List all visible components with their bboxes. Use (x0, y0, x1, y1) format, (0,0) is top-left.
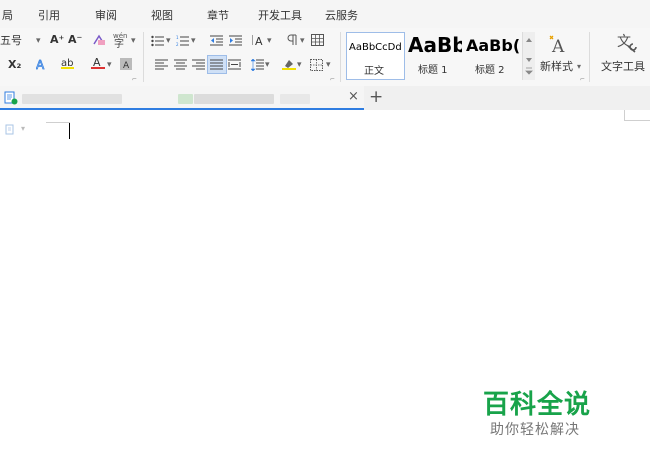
menu-section[interactable]: 章节 (207, 7, 229, 23)
style-heading-1-preview: AaBb (408, 33, 462, 57)
document-tab[interactable]: × (0, 86, 364, 110)
new-style-dropdown-icon[interactable]: ▾ (577, 60, 581, 74)
margin-corner-mark (624, 110, 625, 120)
document-file-icon (4, 91, 18, 105)
subscript-icon[interactable]: X₂ (8, 58, 21, 72)
svg-text:2: 2 (176, 42, 179, 47)
font-color-icon[interactable]: A (91, 57, 105, 69)
page-options-dropdown-icon[interactable]: ▾ (21, 124, 25, 133)
blurred-tab-title (178, 94, 193, 104)
text-tools-button[interactable]: 文字工具 (601, 60, 645, 74)
align-right-icon[interactable] (192, 59, 206, 71)
text-cursor (69, 123, 70, 139)
font-group-launcher[interactable]: ⌐ (132, 76, 137, 83)
margin-corner-mark (46, 122, 70, 123)
pinyin-guide-icon[interactable]: 字 (114, 37, 128, 49)
bullet-list-icon[interactable] (151, 35, 165, 47)
font-color-dropdown-icon[interactable]: ▾ (107, 58, 112, 72)
text-direction-icon[interactable]: A (252, 34, 266, 46)
styles-group-launcher[interactable]: ⌐ (580, 76, 585, 83)
shading-dropdown-icon[interactable]: ▾ (297, 58, 302, 72)
numbered-list-icon[interactable]: 12 (176, 35, 190, 47)
svg-text:A: A (123, 61, 130, 70)
character-shading-icon[interactable]: A (120, 58, 134, 70)
decrease-indent-icon[interactable] (210, 35, 224, 47)
ribbon-divider (589, 32, 590, 82)
paragraph-mark-icon[interactable] (286, 34, 300, 46)
font-size-select[interactable]: 五号 (0, 34, 22, 48)
bullet-dropdown-icon[interactable]: ▾ (166, 34, 171, 48)
style-normal-label: 正文 (364, 66, 384, 77)
watermark-logo-text: 百科全说 (483, 390, 592, 420)
menu-bar: 局 引用 审阅 视图 章节 开发工具 云服务 (0, 0, 650, 28)
styles-gallery-scroll[interactable] (522, 32, 535, 80)
svg-text:字: 字 (114, 37, 124, 49)
new-style-button[interactable]: 新样式 (540, 60, 573, 74)
style-heading-1[interactable]: AaBb 标题 1 (405, 32, 462, 80)
blurred-tab-title (194, 94, 274, 104)
line-spacing-icon[interactable] (251, 59, 265, 71)
shading-icon[interactable] (282, 58, 296, 70)
borders-dropdown-icon[interactable]: ▾ (326, 58, 331, 72)
style-heading-2[interactable]: AaBb( 标题 2 (463, 32, 521, 80)
watermark-tagline: 助你轻松解决 (490, 422, 580, 438)
style-heading-2-label: 标题 2 (475, 65, 505, 76)
svg-text:1: 1 (176, 35, 179, 40)
clear-format-icon[interactable] (92, 34, 106, 46)
gallery-scroll-arrows-icon (525, 38, 533, 75)
paragraph-group-launcher[interactable]: ⌐ (330, 76, 335, 83)
new-tab-icon[interactable]: + (369, 87, 383, 107)
justify-button[interactable] (207, 55, 227, 74)
menu-view[interactable]: 视图 (151, 7, 173, 23)
menu-layout[interactable]: 局 (2, 7, 13, 23)
blurred-tab-title (22, 94, 122, 104)
svg-text:A: A (36, 58, 45, 70)
text-effect-icon[interactable]: A (36, 58, 50, 70)
menu-review[interactable]: 审阅 (95, 7, 117, 23)
svg-text:A: A (551, 37, 565, 54)
blurred-tab-title (280, 94, 310, 104)
style-heading-2-preview: AaBb( (466, 36, 521, 55)
menu-references[interactable]: 引用 (38, 7, 60, 23)
table-grid-icon[interactable] (311, 34, 325, 46)
document-tab-bar: × + (0, 86, 650, 110)
style-heading-1-label: 标题 1 (418, 65, 448, 76)
align-left-icon[interactable] (155, 59, 169, 71)
svg-text:A: A (255, 35, 263, 46)
text-direction-dropdown-icon[interactable]: ▾ (267, 34, 272, 48)
close-tab-icon[interactable]: × (348, 89, 359, 104)
grow-font-icon[interactable]: A⁺ (50, 33, 64, 47)
paragraph-mark-dropdown-icon[interactable]: ▾ (300, 34, 305, 48)
justify-icon (210, 59, 223, 70)
shrink-font-icon[interactable]: A⁻ (68, 33, 82, 47)
margin-corner-mark (624, 120, 650, 121)
increase-indent-icon[interactable] (229, 35, 243, 47)
ribbon-toolbar: 五号 ▾ A⁺ A⁻ wén 字 ▾ X₂ A ab A ▾ A ⌐ ▾ 12 … (0, 28, 650, 87)
distributed-align-icon[interactable] (228, 59, 242, 71)
style-normal-preview: AaBbCcDd (349, 42, 402, 53)
text-tools-icon[interactable]: 文 (615, 32, 639, 54)
numbering-dropdown-icon[interactable]: ▾ (191, 34, 196, 48)
style-normal[interactable]: AaBbCcDd 正文 (346, 32, 405, 80)
borders-icon[interactable] (310, 59, 324, 71)
highlight-icon[interactable]: ab (61, 57, 75, 69)
menu-cloud-services[interactable]: 云服务 (325, 7, 358, 23)
ribbon-divider (143, 32, 144, 82)
ribbon-divider (340, 32, 341, 82)
align-center-icon[interactable] (174, 59, 188, 71)
font-size-dropdown-icon[interactable]: ▾ (36, 34, 41, 48)
page-options-icon[interactable] (5, 124, 15, 135)
pinyin-dropdown-icon[interactable]: ▾ (131, 34, 136, 48)
menu-developer-tools[interactable]: 开发工具 (258, 7, 302, 23)
line-spacing-dropdown-icon[interactable]: ▾ (265, 58, 270, 72)
new-style-icon[interactable]: A (548, 34, 570, 54)
